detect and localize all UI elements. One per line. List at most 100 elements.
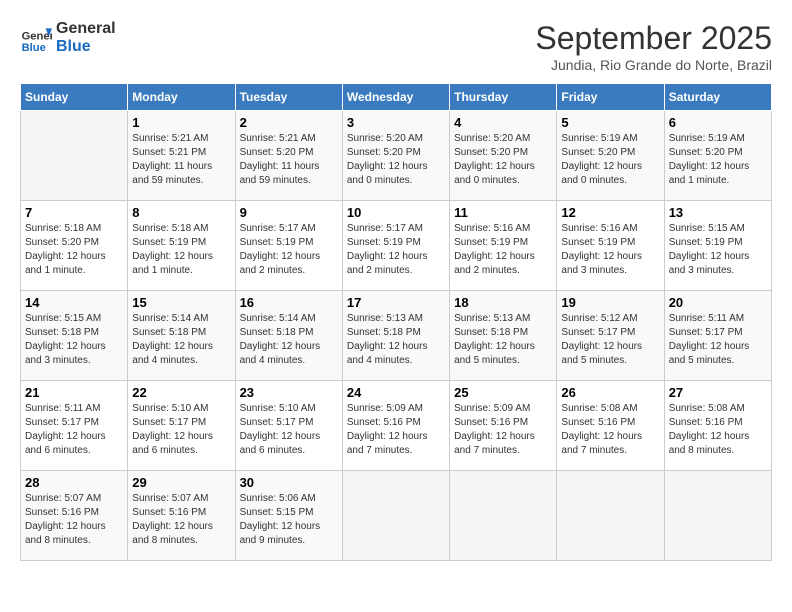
calendar-cell: 4 Sunrise: 5:20 AM Sunset: 5:20 PM Daylig… bbox=[450, 111, 557, 201]
location-subtitle: Jundia, Rio Grande do Norte, Brazil bbox=[535, 57, 772, 73]
calendar-cell: 6Sunrise: 5:19 AM Sunset: 5:20 PM Daylig… bbox=[664, 111, 771, 201]
calendar-table: SundayMondayTuesdayWednesdayThursdayFrid… bbox=[20, 83, 772, 561]
day-info: Sunrise: 5:16 AM Sunset: 5:19 PM Dayligh… bbox=[454, 222, 552, 278]
day-number: 16 bbox=[240, 295, 338, 310]
calendar-cell: 5Sunrise: 5:19 AM Sunset: 5:20 PM Daylig… bbox=[557, 111, 664, 201]
day-info: Sunrise: 5:11 AM Sunset: 5:17 PM Dayligh… bbox=[669, 312, 767, 368]
calendar-cell: 19 Sunrise: 5:12 AM Sunset: 5:17 PM Dayli… bbox=[557, 291, 664, 381]
logo: General Blue General Blue bbox=[20, 20, 116, 56]
calendar-cell: 13 Sunrise: 5:15 AM Sunset: 5:19 PM Dayli… bbox=[664, 201, 771, 291]
day-number: 20 bbox=[669, 295, 767, 310]
calendar-cell: 7 Sunrise: 5:18 AM Sunset: 5:20 PM Daylig… bbox=[21, 201, 128, 291]
day-number: 21 bbox=[25, 385, 123, 400]
calendar-week-row: 28 Sunrise: 5:07 AM Sunset: 5:16 PM Dayli… bbox=[21, 471, 772, 561]
day-number: 26 bbox=[561, 385, 659, 400]
calendar-cell: 3 Sunrise: 5:20 AM Sunset: 5:20 PM Daylig… bbox=[342, 111, 449, 201]
day-number: 18 bbox=[454, 295, 552, 310]
weekday-header: Wednesday bbox=[342, 84, 449, 111]
calendar-cell bbox=[557, 471, 664, 561]
month-title: September 2025 bbox=[535, 20, 772, 57]
day-number: 28 bbox=[25, 475, 123, 490]
calendar-cell: 1Sunrise: 5:21 AM Sunset: 5:21 PM Daylig… bbox=[128, 111, 235, 201]
calendar-cell: 10Sunrise: 5:17 AM Sunset: 5:19 PM Dayli… bbox=[342, 201, 449, 291]
day-number: 29 bbox=[132, 475, 230, 490]
day-number: 27 bbox=[669, 385, 767, 400]
day-info: Sunrise: 5:12 AM Sunset: 5:17 PM Dayligh… bbox=[561, 312, 659, 368]
day-info: Sunrise: 5:19 AM Sunset: 5:20 PM Dayligh… bbox=[669, 132, 767, 188]
day-info: Sunrise: 5:16 AM Sunset: 5:19 PM Dayligh… bbox=[561, 222, 659, 278]
calendar-cell: 2 Sunrise: 5:21 AM Sunset: 5:20 PM Daylig… bbox=[235, 111, 342, 201]
day-info: Sunrise: 5:14 AM Sunset: 5:18 PM Dayligh… bbox=[132, 312, 230, 368]
day-info: Sunrise: 5:10 AM Sunset: 5:17 PM Dayligh… bbox=[132, 402, 230, 458]
day-info: Sunrise: 5:20 AM Sunset: 5:20 PM Dayligh… bbox=[347, 132, 445, 188]
calendar-cell: 28 Sunrise: 5:07 AM Sunset: 5:16 PM Dayli… bbox=[21, 471, 128, 561]
day-info: Sunrise: 5:15 AM Sunset: 5:18 PM Dayligh… bbox=[25, 312, 123, 368]
calendar-cell: 27 Sunrise: 5:08 AM Sunset: 5:16 PM Dayli… bbox=[664, 381, 771, 471]
svg-text:Blue: Blue bbox=[22, 42, 46, 54]
calendar-cell: 15 Sunrise: 5:14 AM Sunset: 5:18 PM Dayli… bbox=[128, 291, 235, 381]
day-number: 15 bbox=[132, 295, 230, 310]
day-number: 22 bbox=[132, 385, 230, 400]
calendar-cell: 12 Sunrise: 5:16 AM Sunset: 5:19 PM Dayli… bbox=[557, 201, 664, 291]
day-info: Sunrise: 5:20 AM Sunset: 5:20 PM Dayligh… bbox=[454, 132, 552, 188]
day-info: Sunrise: 5:10 AM Sunset: 5:17 PM Dayligh… bbox=[240, 402, 338, 458]
day-info: Sunrise: 5:11 AM Sunset: 5:17 PM Dayligh… bbox=[25, 402, 123, 458]
day-number: 10 bbox=[347, 205, 445, 220]
calendar-cell: 8Sunrise: 5:18 AM Sunset: 5:19 PM Daylig… bbox=[128, 201, 235, 291]
day-number: 17 bbox=[347, 295, 445, 310]
day-info: Sunrise: 5:09 AM Sunset: 5:16 PM Dayligh… bbox=[347, 402, 445, 458]
day-info: Sunrise: 5:21 AM Sunset: 5:20 PM Dayligh… bbox=[240, 132, 338, 188]
day-number: 25 bbox=[454, 385, 552, 400]
calendar-cell: 14 Sunrise: 5:15 AM Sunset: 5:18 PM Dayli… bbox=[21, 291, 128, 381]
day-info: Sunrise: 5:19 AM Sunset: 5:20 PM Dayligh… bbox=[561, 132, 659, 188]
calendar-cell: 9 Sunrise: 5:17 AM Sunset: 5:19 PM Daylig… bbox=[235, 201, 342, 291]
day-info: Sunrise: 5:18 AM Sunset: 5:20 PM Dayligh… bbox=[25, 222, 123, 278]
calendar-cell bbox=[664, 471, 771, 561]
day-info: Sunrise: 5:21 AM Sunset: 5:21 PM Dayligh… bbox=[132, 132, 230, 188]
calendar-cell bbox=[450, 471, 557, 561]
calendar-cell: 30Sunrise: 5:06 AM Sunset: 5:15 PM Dayli… bbox=[235, 471, 342, 561]
calendar-week-row: 7 Sunrise: 5:18 AM Sunset: 5:20 PM Daylig… bbox=[21, 201, 772, 291]
title-block: September 2025 Jundia, Rio Grande do Nor… bbox=[535, 20, 772, 73]
day-info: Sunrise: 5:07 AM Sunset: 5:16 PM Dayligh… bbox=[132, 492, 230, 548]
calendar-week-row: 14 Sunrise: 5:15 AM Sunset: 5:18 PM Dayli… bbox=[21, 291, 772, 381]
day-info: Sunrise: 5:08 AM Sunset: 5:16 PM Dayligh… bbox=[669, 402, 767, 458]
day-number: 14 bbox=[25, 295, 123, 310]
day-number: 7 bbox=[25, 205, 123, 220]
day-number: 12 bbox=[561, 205, 659, 220]
page-header: General Blue General Blue September 2025… bbox=[20, 20, 772, 73]
calendar-cell bbox=[21, 111, 128, 201]
calendar-cell: 23 Sunrise: 5:10 AM Sunset: 5:17 PM Dayli… bbox=[235, 381, 342, 471]
day-info: Sunrise: 5:07 AM Sunset: 5:16 PM Dayligh… bbox=[25, 492, 123, 548]
calendar-week-row: 1Sunrise: 5:21 AM Sunset: 5:21 PM Daylig… bbox=[21, 111, 772, 201]
weekday-header: Sunday bbox=[21, 84, 128, 111]
day-number: 3 bbox=[347, 115, 445, 130]
calendar-cell: 17 Sunrise: 5:13 AM Sunset: 5:18 PM Dayli… bbox=[342, 291, 449, 381]
day-number: 11 bbox=[454, 205, 552, 220]
calendar-cell: 11 Sunrise: 5:16 AM Sunset: 5:19 PM Dayli… bbox=[450, 201, 557, 291]
weekday-header: Monday bbox=[128, 84, 235, 111]
day-number: 9 bbox=[240, 205, 338, 220]
day-info: Sunrise: 5:17 AM Sunset: 5:19 PM Dayligh… bbox=[240, 222, 338, 278]
day-number: 2 bbox=[240, 115, 338, 130]
day-info: Sunrise: 5:06 AM Sunset: 5:15 PM Dayligh… bbox=[240, 492, 338, 548]
logo-icon: General Blue bbox=[20, 22, 52, 54]
calendar-cell: 20 Sunrise: 5:11 AM Sunset: 5:17 PM Dayli… bbox=[664, 291, 771, 381]
day-number: 19 bbox=[561, 295, 659, 310]
day-info: Sunrise: 5:14 AM Sunset: 5:18 PM Dayligh… bbox=[240, 312, 338, 368]
calendar-cell: 24Sunrise: 5:09 AM Sunset: 5:16 PM Dayli… bbox=[342, 381, 449, 471]
day-info: Sunrise: 5:08 AM Sunset: 5:16 PM Dayligh… bbox=[561, 402, 659, 458]
day-number: 13 bbox=[669, 205, 767, 220]
weekday-header: Friday bbox=[557, 84, 664, 111]
day-info: Sunrise: 5:13 AM Sunset: 5:18 PM Dayligh… bbox=[347, 312, 445, 368]
logo-blue: Blue bbox=[56, 38, 116, 56]
day-number: 23 bbox=[240, 385, 338, 400]
calendar-cell: 21 Sunrise: 5:11 AM Sunset: 5:17 PM Dayli… bbox=[21, 381, 128, 471]
calendar-cell: 16 Sunrise: 5:14 AM Sunset: 5:18 PM Dayli… bbox=[235, 291, 342, 381]
weekday-header: Thursday bbox=[450, 84, 557, 111]
day-info: Sunrise: 5:15 AM Sunset: 5:19 PM Dayligh… bbox=[669, 222, 767, 278]
day-number: 4 bbox=[454, 115, 552, 130]
calendar-cell: 29 Sunrise: 5:07 AM Sunset: 5:16 PM Dayli… bbox=[128, 471, 235, 561]
weekday-header-row: SundayMondayTuesdayWednesdayThursdayFrid… bbox=[21, 84, 772, 111]
day-info: Sunrise: 5:18 AM Sunset: 5:19 PM Dayligh… bbox=[132, 222, 230, 278]
